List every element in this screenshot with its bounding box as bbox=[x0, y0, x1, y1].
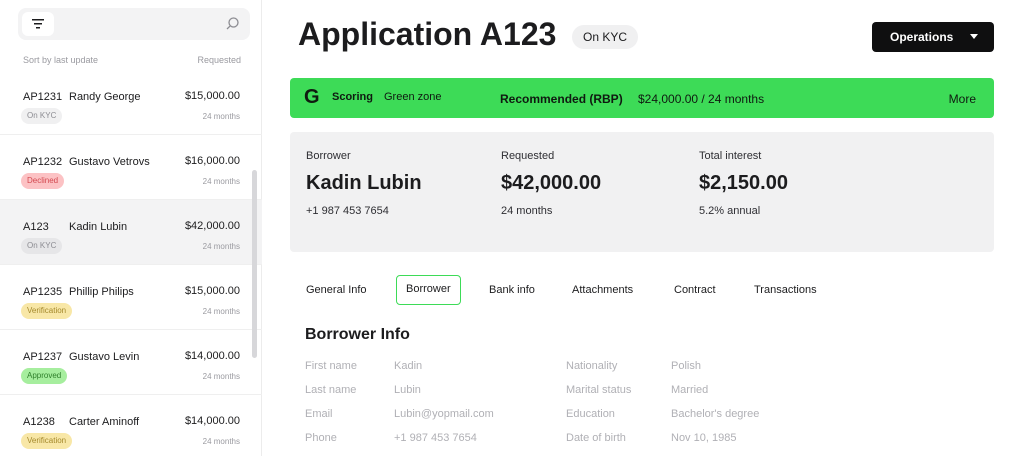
scoring-zone: Green zone bbox=[384, 91, 442, 103]
recommended-label: Recommended (RBP) bbox=[500, 92, 623, 106]
status-badge: Verification bbox=[21, 433, 73, 449]
list-item-selected[interactable]: A123 Kadin Lubin $42,000.00 24 months On… bbox=[0, 200, 262, 265]
field-label: Nationality bbox=[566, 360, 618, 372]
field-label: First name bbox=[305, 360, 357, 372]
field-value: Bachelor's degree bbox=[671, 408, 760, 420]
tab-borrower[interactable]: Borrower bbox=[396, 275, 461, 305]
application-list: AP1231 Randy George $15,000.00 24 months… bbox=[0, 70, 262, 456]
borrower-name: Carter Aminoff bbox=[69, 416, 140, 428]
caret-down-icon bbox=[970, 34, 978, 39]
status-badge: On KYC bbox=[21, 108, 63, 124]
interest-summary: Total interest $2,150.00 5.2% annual bbox=[699, 150, 788, 217]
section-title: Borrower Info bbox=[305, 326, 410, 343]
field-value: +1 987 453 7654 bbox=[394, 432, 477, 444]
application-code: AP1237 bbox=[23, 351, 63, 363]
sidebar-scrollbar[interactable] bbox=[252, 170, 257, 358]
field-value: Nov 10, 1985 bbox=[671, 432, 737, 444]
borrower-name: Phillip Philips bbox=[69, 286, 134, 298]
field-label: Marital status bbox=[566, 384, 632, 396]
list-item[interactable]: AP1237 Gustavo Levin $14,000.00 24 month… bbox=[0, 330, 262, 395]
borrower-name: Gustavo Levin bbox=[69, 351, 140, 363]
term: 24 months bbox=[202, 372, 240, 381]
term: 24 months bbox=[202, 177, 240, 186]
application-summary-card: Borrower Kadin Lubin +1 987 453 7654 Req… bbox=[290, 132, 994, 252]
requested-term: 24 months bbox=[501, 205, 553, 217]
filter-icon bbox=[32, 19, 44, 29]
tab-contract[interactable]: Contract bbox=[674, 275, 716, 305]
list-item[interactable]: A1238 Carter Aminoff $14,000.00 24 month… bbox=[0, 395, 262, 456]
term: 24 months bbox=[202, 112, 240, 121]
application-code: A1238 bbox=[23, 416, 55, 428]
sort-label[interactable]: Sort by last update bbox=[23, 55, 98, 65]
page-title: Application A123 bbox=[298, 16, 557, 52]
scoring-banner: G Scoring Green zone Recommended (RBP) $… bbox=[290, 78, 994, 118]
tab-bank-info[interactable]: Bank info bbox=[489, 275, 535, 305]
field-label: Date of birth bbox=[566, 432, 626, 444]
scoring-logo-icon: G bbox=[304, 86, 320, 108]
status-badge: Declined bbox=[21, 173, 65, 189]
requested-amount: $14,000.00 bbox=[184, 415, 240, 427]
field-label: Phone bbox=[305, 432, 337, 444]
application-code: AP1231 bbox=[23, 91, 63, 103]
field-value: Lubin bbox=[394, 384, 421, 396]
requested-amount: $14,000.00 bbox=[184, 350, 240, 362]
status-badge: On KYC bbox=[21, 238, 63, 254]
requested-label: Requested bbox=[501, 150, 555, 162]
requested-amount: $16,000.00 bbox=[184, 155, 240, 167]
borrower-phone: +1 987 453 7654 bbox=[306, 205, 389, 217]
borrower-label: Borrower bbox=[306, 150, 351, 162]
tab-transactions[interactable]: Transactions bbox=[754, 275, 817, 305]
tab-attachments[interactable]: Attachments bbox=[572, 275, 633, 305]
interest-amount: $2,150.00 bbox=[699, 172, 788, 194]
detail-tabs: General Info Borrower Bank info Attachme… bbox=[296, 275, 996, 305]
status-badge: Verification bbox=[21, 303, 73, 319]
application-status-badge: On KYC bbox=[572, 25, 639, 49]
requested-amount: $15,000.00 bbox=[184, 90, 240, 102]
term: 24 months bbox=[202, 437, 240, 446]
application-code: AP1235 bbox=[23, 286, 63, 298]
application-code: AP1232 bbox=[23, 156, 63, 168]
list-item[interactable]: AP1231 Randy George $15,000.00 24 months… bbox=[0, 70, 262, 135]
borrower-name: Randy George bbox=[69, 91, 141, 103]
term: 24 months bbox=[202, 307, 240, 316]
search-bar[interactable] bbox=[18, 8, 250, 40]
borrower-summary: Borrower Kadin Lubin +1 987 453 7654 bbox=[306, 150, 422, 217]
recommended-value: $24,000.00 / 24 months bbox=[638, 92, 765, 106]
field-value: Polish bbox=[671, 360, 701, 372]
borrower-name: Kadin Lubin bbox=[69, 221, 128, 233]
term: 24 months bbox=[202, 242, 240, 251]
list-item[interactable]: AP1232 Gustavo Vetrovs $16,000.00 24 mon… bbox=[0, 135, 262, 200]
tab-general-info[interactable]: General Info bbox=[306, 275, 367, 305]
field-label: Last name bbox=[305, 384, 357, 396]
requested-amount: $42,000.00 bbox=[501, 172, 602, 194]
more-link[interactable]: More bbox=[949, 92, 976, 106]
borrower-name: Gustavo Vetrovs bbox=[69, 156, 150, 168]
field-label: Email bbox=[305, 408, 333, 420]
sort-header: Sort by last update Requested bbox=[23, 55, 241, 65]
field-label: Education bbox=[566, 408, 615, 420]
application-code: A123 bbox=[23, 221, 49, 233]
borrower-name: Kadin Lubin bbox=[306, 172, 422, 194]
requested-summary: Requested $42,000.00 24 months bbox=[501, 150, 601, 217]
search-icon[interactable] bbox=[224, 15, 242, 33]
requested-column-label: Requested bbox=[197, 55, 241, 65]
operations-button[interactable]: Operations bbox=[872, 22, 994, 52]
field-value: Lubin@yopmail.com bbox=[394, 408, 494, 420]
field-value: Kadin bbox=[394, 360, 423, 372]
interest-label: Total interest bbox=[699, 150, 762, 162]
scoring-label: Scoring bbox=[332, 91, 373, 103]
list-item[interactable]: AP1235 Phillip Philips $15,000.00 24 mon… bbox=[0, 265, 262, 330]
status-badge: Approved bbox=[21, 368, 68, 384]
application-sidebar: Sort by last update Requested AP1231 Ran… bbox=[0, 0, 262, 456]
filter-button[interactable] bbox=[22, 12, 54, 36]
field-value: Married bbox=[671, 384, 709, 396]
requested-amount: $15,000.00 bbox=[184, 285, 240, 297]
operations-label: Operations bbox=[890, 30, 954, 44]
requested-amount: $42,000.00 bbox=[184, 220, 240, 232]
interest-rate: 5.2% annual bbox=[699, 205, 761, 217]
